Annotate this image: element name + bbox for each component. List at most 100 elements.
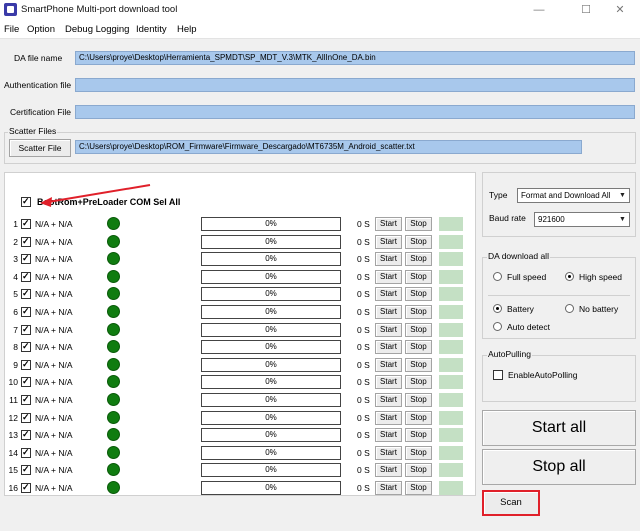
- elapsed-size: 0 S: [357, 219, 370, 229]
- scan-button[interactable]: Scan: [482, 490, 540, 516]
- port-status-cell: [439, 428, 463, 443]
- select-all-checkbox[interactable]: [21, 196, 31, 207]
- port-start-button[interactable]: Start: [375, 287, 402, 302]
- port-stop-button[interactable]: Stop: [405, 305, 432, 319]
- port-list-panel: BootRom+PreLoader COM Sel All 1 N/A + N/A…: [4, 172, 476, 496]
- scatter-file-button[interactable]: Scatter File: [9, 139, 71, 157]
- port-row: 2 N/A + N/A 0% 0 S StartStop: [5, 234, 477, 251]
- port-start-button[interactable]: Start: [375, 410, 402, 425]
- elapsed-size: 0 S: [357, 289, 370, 300]
- port-checkbox[interactable]: [21, 253, 31, 265]
- port-start-button[interactable]: Start: [375, 481, 402, 495]
- title-bar: SmartPhone Multi-port download tool — ☐ …: [0, 0, 640, 20]
- port-checkbox[interactable]: [21, 482, 31, 493]
- port-start-button[interactable]: Start: [375, 375, 402, 390]
- stop-all-button[interactable]: Stop all: [482, 449, 636, 485]
- port-name: N/A + N/A: [35, 271, 73, 282]
- port-number: 8: [13, 342, 18, 353]
- enable-autopolling-checkbox[interactable]: [493, 370, 503, 380]
- auto-detect-radio[interactable]: [493, 322, 502, 331]
- port-stop-button[interactable]: Stop: [405, 375, 432, 390]
- port-checkbox[interactable]: [21, 429, 31, 441]
- start-all-button[interactable]: Start all: [482, 410, 636, 446]
- high-speed-radio[interactable]: [565, 272, 574, 281]
- status-led: [107, 410, 120, 424]
- port-start-button[interactable]: Start: [375, 445, 402, 460]
- close-icon[interactable]: ✕: [600, 2, 640, 18]
- menu-identity[interactable]: Identity: [136, 24, 167, 35]
- port-start-button[interactable]: Start: [375, 428, 402, 443]
- port-number: 7: [13, 324, 18, 335]
- battery-radio[interactable]: [493, 304, 502, 313]
- port-start-button[interactable]: Start: [375, 252, 402, 267]
- progress-bar: 0%: [201, 393, 341, 407]
- port-stop-button[interactable]: Stop: [405, 463, 432, 478]
- elapsed-size: 0 S: [357, 236, 370, 247]
- minimize-icon[interactable]: —: [519, 2, 559, 18]
- port-checkbox[interactable]: [21, 394, 31, 405]
- menu-help[interactable]: Help: [177, 24, 197, 35]
- type-label: Type: [489, 190, 508, 200]
- port-stop-button[interactable]: Stop: [405, 357, 432, 372]
- scatter-file-field[interactable]: C:\Users\proye\Desktop\ROM_Firmware\Firm…: [75, 140, 582, 154]
- port-stop-button[interactable]: Stop: [405, 287, 432, 302]
- port-checkbox[interactable]: [21, 218, 31, 229]
- port-checkbox[interactable]: [21, 359, 31, 370]
- port-stop-button[interactable]: Stop: [405, 445, 432, 460]
- port-start-button[interactable]: Start: [375, 305, 402, 319]
- port-number: 11: [9, 395, 18, 405]
- progress-bar: 0%: [201, 234, 341, 249]
- port-stop-button[interactable]: Stop: [405, 252, 432, 267]
- divider: [488, 295, 630, 296]
- port-start-button[interactable]: Start: [375, 340, 402, 355]
- port-stop-button[interactable]: Stop: [405, 340, 432, 355]
- port-checkbox[interactable]: [21, 412, 31, 423]
- port-start-button[interactable]: Start: [375, 322, 402, 337]
- port-checkbox[interactable]: [21, 447, 31, 458]
- port-stop-button[interactable]: Stop: [405, 481, 432, 495]
- port-checkbox[interactable]: [21, 324, 31, 335]
- port-start-button[interactable]: Start: [375, 269, 402, 284]
- port-start-button[interactable]: Start: [375, 357, 402, 372]
- port-stop-button[interactable]: Stop: [405, 428, 432, 443]
- port-status-cell: [439, 463, 463, 478]
- progress-bar: 0%: [201, 410, 341, 425]
- port-number: 14: [8, 447, 18, 458]
- port-row: 3 N/A + N/A 0% 0 S StartStop: [5, 251, 477, 268]
- port-stop-button[interactable]: Stop: [405, 234, 432, 249]
- autopolling-label: AutoPulling: [487, 349, 533, 359]
- port-stop-button[interactable]: Stop: [405, 269, 432, 284]
- port-start-button[interactable]: Start: [375, 217, 402, 231]
- menu-option[interactable]: Option: [27, 24, 55, 35]
- menu-debug-logging[interactable]: Debug Logging: [65, 24, 129, 35]
- auth-file-field[interactable]: [75, 78, 635, 92]
- da-download-all-label: DA download all: [487, 251, 550, 261]
- port-checkbox[interactable]: [21, 376, 31, 388]
- port-checkbox[interactable]: [21, 288, 31, 300]
- port-stop-button[interactable]: Stop: [405, 410, 432, 425]
- cert-file-field[interactable]: [75, 105, 635, 119]
- port-checkbox[interactable]: [21, 236, 31, 247]
- type-select[interactable]: Format and Download All ▼: [517, 188, 630, 203]
- port-checkbox[interactable]: [21, 341, 31, 353]
- port-status-cell: [439, 269, 463, 284]
- port-status-cell: [439, 287, 463, 302]
- port-checkbox[interactable]: [21, 464, 31, 476]
- port-checkbox[interactable]: [21, 271, 31, 282]
- port-stop-button[interactable]: Stop: [405, 393, 432, 407]
- port-checkbox[interactable]: [21, 306, 31, 317]
- full-speed-radio[interactable]: [493, 272, 502, 281]
- baud-rate-select[interactable]: 921600 ▼: [534, 212, 630, 227]
- port-number: 13: [8, 430, 18, 441]
- menu-file[interactable]: File: [4, 24, 19, 35]
- port-row: 14 N/A + N/A 0% 0 S StartStop: [5, 445, 477, 462]
- port-start-button[interactable]: Start: [375, 234, 402, 249]
- port-stop-button[interactable]: Stop: [405, 322, 432, 337]
- no-battery-radio[interactable]: [565, 304, 574, 313]
- port-number: 10: [8, 377, 18, 388]
- da-file-field[interactable]: C:\Users\proye\Desktop\Herramienta_SPMDT…: [75, 51, 635, 65]
- port-start-button[interactable]: Start: [375, 463, 402, 478]
- port-start-button[interactable]: Start: [375, 393, 402, 407]
- port-stop-button[interactable]: Stop: [405, 217, 432, 231]
- port-number: 5: [13, 289, 18, 300]
